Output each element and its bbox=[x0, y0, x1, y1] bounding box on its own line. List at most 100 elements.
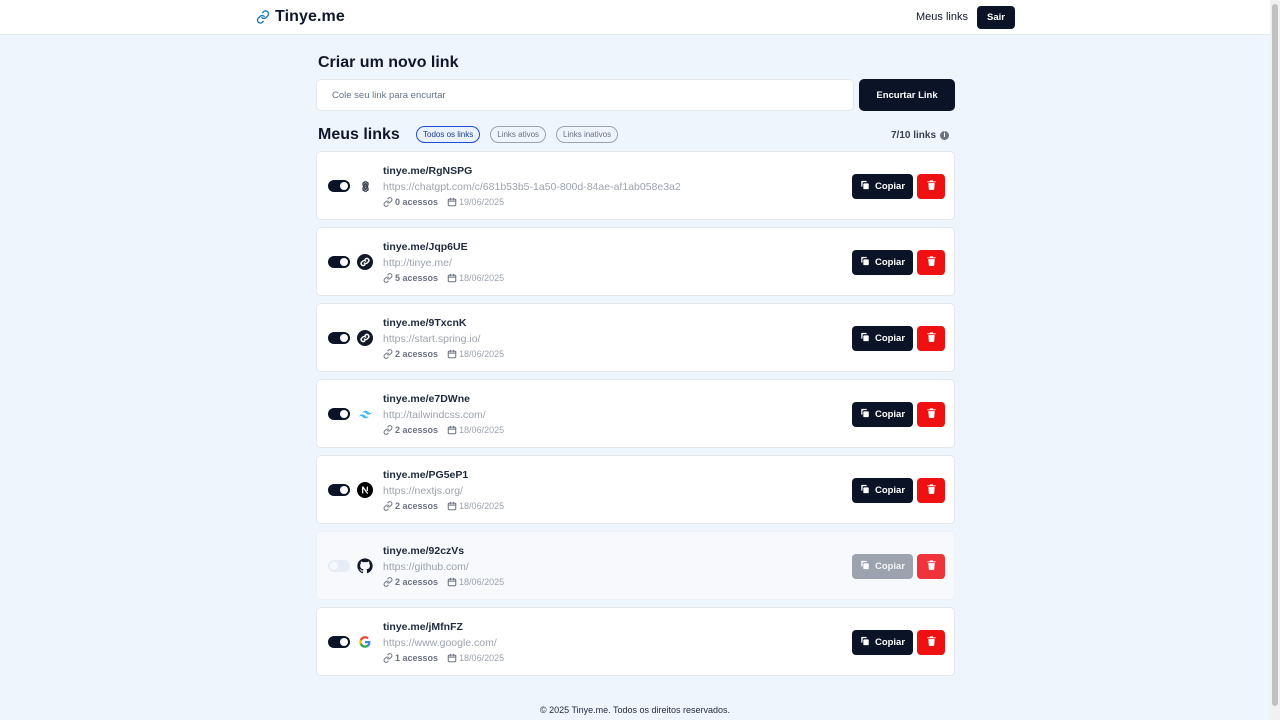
destination-url[interactable]: https://start.spring.io/ bbox=[383, 333, 480, 345]
destination-url[interactable]: https://chatgpt.com/c/681b53b5-1a50-800d… bbox=[383, 181, 681, 193]
link-status-toggle[interactable] bbox=[328, 180, 350, 192]
created-date: 18/06/2025 bbox=[447, 425, 504, 435]
click-count: 2 acessos bbox=[395, 349, 439, 359]
calendar-icon bbox=[447, 197, 457, 207]
link-status-toggle[interactable] bbox=[328, 484, 350, 496]
create-link-title: Criar um novo link bbox=[318, 54, 459, 71]
copy-icon bbox=[860, 180, 870, 193]
link-icon bbox=[383, 197, 393, 207]
delete-button[interactable] bbox=[917, 554, 945, 579]
github-icon bbox=[357, 558, 373, 574]
link-icon bbox=[357, 330, 373, 346]
brand-name: Tinye.me bbox=[275, 8, 345, 25]
shorten-link-button[interactable]: Encurtar Link bbox=[859, 79, 955, 111]
brand[interactable]: Tinye.me bbox=[256, 8, 345, 26]
google-icon bbox=[357, 634, 373, 650]
toggle-knob bbox=[330, 562, 338, 570]
created-date: 19/06/2025 bbox=[447, 197, 504, 207]
link-meta: 2 acessos 18/06/2025 bbox=[383, 577, 504, 587]
destination-url[interactable]: https://nextjs.org/ bbox=[383, 485, 463, 497]
footer-copyright: © 2025 Tinye.me. Todos os direitos reser… bbox=[539, 705, 731, 715]
short-link[interactable]: tinye.me/PG5eP1 bbox=[383, 469, 468, 481]
logout-button[interactable]: Sair bbox=[977, 6, 1015, 29]
link-meta: 2 acessos 18/06/2025 bbox=[383, 501, 504, 511]
openai-icon bbox=[357, 178, 373, 194]
copy-button[interactable]: Copiar bbox=[852, 554, 913, 579]
short-link[interactable]: tinye.me/9TxcnK bbox=[383, 317, 466, 329]
tailwind-icon bbox=[357, 406, 373, 422]
click-count: 2 acessos bbox=[395, 501, 439, 511]
delete-button[interactable] bbox=[917, 250, 945, 275]
short-link[interactable]: tinye.me/Jqp6UE bbox=[383, 241, 468, 253]
created-date-text: 18/06/2025 bbox=[459, 653, 505, 663]
toggle-knob bbox=[340, 258, 348, 266]
click-count: 2 acessos bbox=[395, 577, 439, 587]
filter-inactive[interactable]: Links inativos bbox=[556, 126, 619, 143]
link-icon bbox=[357, 254, 373, 270]
click-count: 5 acessos bbox=[395, 273, 439, 283]
short-link[interactable]: tinye.me/92czVs bbox=[383, 545, 464, 557]
link-status-toggle[interactable] bbox=[328, 560, 350, 572]
link-card: tinye.me/RgNSPG https://chatgpt.com/c/68… bbox=[316, 151, 955, 220]
copy-icon bbox=[860, 332, 870, 345]
delete-button[interactable] bbox=[917, 478, 945, 503]
copy-button[interactable]: Copiar bbox=[852, 326, 913, 351]
info-icon[interactable]: i bbox=[940, 131, 950, 140]
short-link[interactable]: tinye.me/RgNSPG bbox=[383, 165, 472, 177]
click-count: 1 acessos bbox=[395, 653, 439, 663]
short-link[interactable]: tinye.me/jMfnFZ bbox=[383, 621, 463, 633]
delete-button[interactable] bbox=[917, 326, 945, 351]
link-icon bbox=[383, 425, 393, 435]
created-date-text: 18/06/2025 bbox=[459, 273, 505, 283]
scrollbar-thumb[interactable] bbox=[1272, 4, 1278, 706]
copy-icon bbox=[860, 256, 870, 269]
filter-active[interactable]: Links ativos bbox=[490, 126, 547, 143]
link-card: tinye.me/jMfnFZ https://www.google.com/ … bbox=[316, 607, 955, 676]
created-date-text: 18/06/2025 bbox=[459, 501, 505, 511]
delete-button[interactable] bbox=[917, 630, 945, 655]
filter-all[interactable]: Todos os links bbox=[416, 126, 481, 143]
destination-url[interactable]: https://www.google.com/ bbox=[383, 637, 497, 649]
url-input[interactable] bbox=[316, 79, 854, 111]
link-status-toggle[interactable] bbox=[328, 636, 350, 648]
copy-button[interactable]: Copiar bbox=[852, 402, 913, 427]
short-link[interactable]: tinye.me/e7DWne bbox=[383, 393, 470, 405]
nav-link-my-links[interactable]: Meus links bbox=[916, 11, 968, 23]
destination-url[interactable]: http://tailwindcss.com/ bbox=[383, 409, 486, 421]
copy-button[interactable]: Copiar bbox=[852, 174, 913, 199]
copy-button[interactable]: Copiar bbox=[852, 630, 913, 655]
created-date-text: 18/06/2025 bbox=[459, 577, 505, 587]
delete-button[interactable] bbox=[917, 402, 945, 427]
toggle-knob bbox=[340, 334, 348, 342]
copy-button[interactable]: Copiar bbox=[852, 478, 913, 503]
created-date: 18/06/2025 bbox=[447, 501, 504, 511]
copy-icon bbox=[860, 636, 870, 649]
copy-label: Copiar bbox=[874, 333, 906, 344]
toggle-knob bbox=[340, 182, 348, 190]
delete-button[interactable] bbox=[917, 174, 945, 199]
copy-icon bbox=[860, 408, 870, 421]
created-date: 18/06/2025 bbox=[447, 349, 504, 359]
links-quota-text: 7/10 links bbox=[891, 130, 937, 141]
toggle-knob bbox=[340, 638, 348, 646]
link-card: tinye.me/Jqp6UE http://tinye.me/ 5 acess… bbox=[316, 227, 955, 296]
link-status-toggle[interactable] bbox=[328, 408, 350, 420]
trash-icon bbox=[926, 407, 937, 422]
page-scrollbar[interactable] bbox=[1270, 0, 1280, 720]
click-count: 2 acessos bbox=[395, 425, 439, 435]
link-icon bbox=[383, 273, 393, 283]
link-meta: 2 acessos 18/06/2025 bbox=[383, 425, 504, 435]
destination-url[interactable]: http://tinye.me/ bbox=[383, 257, 452, 269]
my-links-title: Meus links bbox=[318, 126, 400, 143]
link-status-toggle[interactable] bbox=[328, 332, 350, 344]
copy-label: Copiar bbox=[874, 561, 906, 572]
link-status-toggle[interactable] bbox=[328, 256, 350, 268]
link-meta: 1 acessos 18/06/2025 bbox=[383, 653, 504, 663]
calendar-icon bbox=[447, 425, 457, 435]
toggle-knob bbox=[340, 410, 348, 418]
link-card: tinye.me/9TxcnK https://start.spring.io/… bbox=[316, 303, 955, 372]
copy-button[interactable]: Copiar bbox=[852, 250, 913, 275]
destination-url[interactable]: https://github.com/ bbox=[383, 561, 469, 573]
created-date-text: 19/06/2025 bbox=[459, 197, 505, 207]
link-icon bbox=[383, 501, 393, 511]
